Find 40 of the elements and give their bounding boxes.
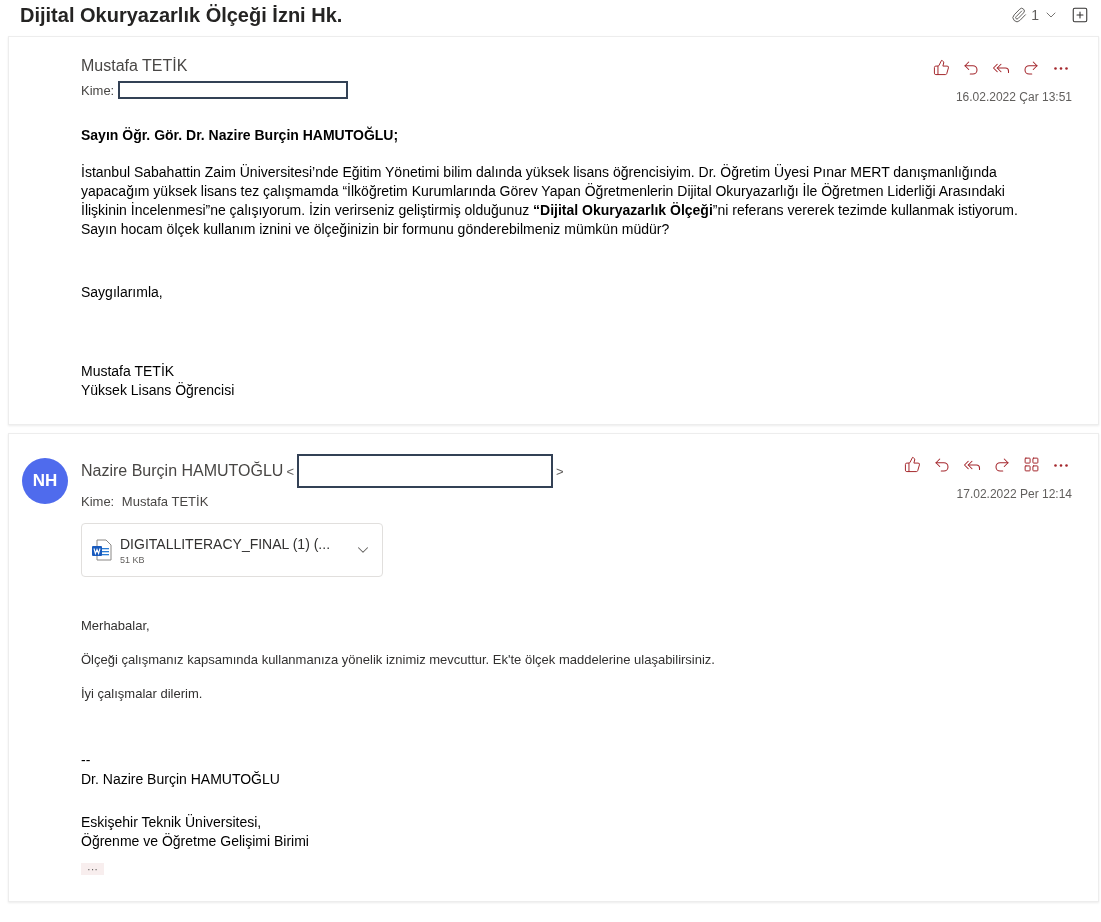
thumbs-up-icon — [933, 59, 950, 76]
grid-icon — [1023, 456, 1040, 473]
expand-icon[interactable] — [1071, 6, 1089, 24]
thumbs-up-icon — [904, 456, 921, 473]
attachment-name: DIGITALLITERACY_FINAL (1) (... — [120, 535, 332, 552]
conversation-title: Dijital Okuryazarlık Ölçeği İzni Hk. — [20, 3, 344, 27]
body-text: -- — [81, 751, 92, 770]
body-text: Saygılarımla, — [81, 283, 164, 302]
reply-icon — [933, 456, 951, 474]
sender-name[interactable]: Nazire Burçin HAMUTOĞLU — [81, 462, 284, 480]
body-text: Dr. Nazire Burçin HAMUTOĞLU — [81, 770, 281, 789]
body-text: Mustafa TETİK — [81, 362, 176, 381]
to-label: Kime: — [81, 82, 115, 98]
forward-icon — [993, 456, 1011, 474]
forward-icon — [1022, 59, 1040, 77]
word-file-icon — [92, 539, 112, 561]
body-text: Merhabalar, — [81, 617, 151, 635]
angle-bracket: < — [286, 463, 294, 479]
body-text: İstanbul Sabahattin Zaim Üniversitesi’nde Eğitim Yönetimi bilim dalında yüksek lisans öğrencisiyim. Dr. Öğretim Üyesi Pınar MERT danışmanlığında yapacağım yüksek lisans tez çalışmamda “İlköğretim Kurumlarında Görev Yapan Öğretmenlerin Dijital Okuryazarlığı İle Öğretmen Liderliği Arasındaki İlişkinin İncelenmesi”ne çalışıyorum. İzin verirseniz geliştirmiş olduğunuz “Dijital Okuryazarlık Ölçeği”ni referans vererek tezimde kullanmak istiyorum. Sayın hocam ölçek kullanım iznini ve ölçeğinizin bir formunu gönderebilmeniz mümkün müdür? — [81, 163, 1019, 239]
attachment-size: 51 KB — [120, 554, 146, 565]
reply-icon — [962, 59, 980, 77]
recipient-name[interactable]: Mustafa TETİK — [118, 494, 209, 509]
attachment-card[interactable]: DIGITALLITERACY_FINAL (1) (... 51 KB — [81, 523, 383, 577]
body-text: Yüksek Lisans Öğrencisi — [81, 381, 236, 400]
more-icon — [1054, 464, 1068, 467]
more-icon — [1054, 67, 1068, 70]
body-text: Öğrenme ve Öğretme Gelişimi Birimi — [81, 832, 310, 851]
body-text: Ölçeği çalışmanız kapsamında kullanmanıza yönelik iznimiz mevcuttur. Ek'te ölçek maddelerine ulaşabilirsiniz. — [81, 651, 716, 669]
body-text: Eskişehir Teknik Üniversitesi, — [81, 813, 263, 832]
avatar: NH — [22, 458, 68, 504]
attachment-count: 1 — [1031, 7, 1039, 23]
angle-bracket: > — [556, 463, 564, 479]
sender-name[interactable]: Mustafa TETİK — [81, 57, 188, 75]
to-label: Kime: — [81, 494, 115, 509]
message-date: 16.02.2022 Çar 13:51 — [955, 90, 1072, 104]
body-text: Sayın Öğr. Gör. Dr. Nazire Burçin HAMUTOĞLU; — [81, 126, 400, 145]
show-more-button[interactable]: ··· — [81, 863, 104, 875]
paperclip-icon — [1011, 7, 1028, 23]
body-text: İyi çalışmalar dilerim. — [81, 685, 204, 703]
message-date: 17.02.2022 Per 12:14 — [956, 487, 1072, 501]
